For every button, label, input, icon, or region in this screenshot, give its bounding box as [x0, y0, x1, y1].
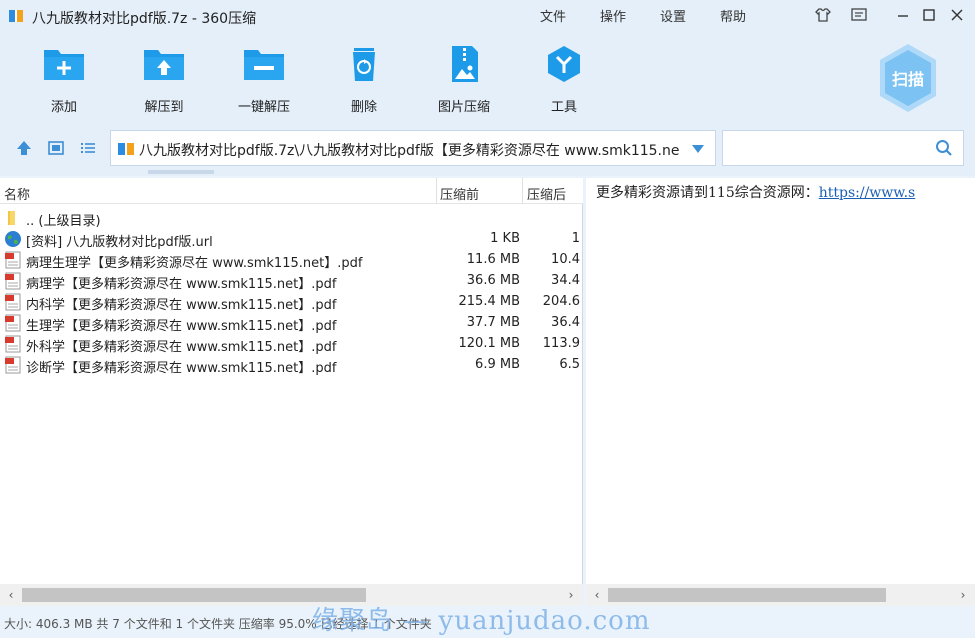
close-icon[interactable]	[948, 6, 966, 24]
search-input[interactable]	[729, 137, 929, 159]
preview-link[interactable]: https://www.s	[819, 185, 916, 201]
file-name: [资料] 八九版教材对比pdf版.url	[26, 235, 213, 250]
extract-to-label: 解压到	[144, 100, 184, 115]
menu-settings[interactable]: 设置	[660, 6, 686, 25]
list-item[interactable]: 病理学【更多精彩资源尽在 www.smk115.net】.pdf 36.6 MB…	[0, 270, 583, 292]
address-scroll-indicator	[148, 170, 214, 174]
preview-text: 更多精彩资源请到115综合资源网：https://www.s	[596, 185, 916, 201]
list-item-parent[interactable]: .. (上级目录)	[0, 207, 583, 229]
list-item[interactable]: 诊断学【更多精彩资源尽在 www.smk115.net】.pdf 6.9 MB …	[0, 354, 583, 376]
column-packed[interactable]: 压缩后	[527, 184, 566, 203]
globe-icon	[5, 231, 21, 247]
pdf-icon	[5, 293, 21, 311]
file-size: 215.4 MB	[458, 294, 520, 309]
add-label: 添加	[50, 100, 77, 115]
file-packed: 10.4	[551, 252, 580, 267]
toolbar: 添加 解压到 一键解压 删除 图片压缩 工具 扫描	[0, 32, 975, 120]
one-click-extract-icon	[244, 50, 284, 80]
search-box[interactable]	[722, 130, 964, 166]
address-row: 八九版教材对比pdf版.7z\八九版教材对比pdf版【更多精彩资源尽在 www.…	[0, 120, 975, 176]
add-folder-icon	[44, 50, 84, 80]
list-item[interactable]: 病理生理学【更多精彩资源尽在 www.smk115.net】.pdf 11.6 …	[0, 249, 583, 271]
skin-shirt-icon[interactable]	[814, 6, 832, 24]
one-click-extract-label: 一键解压	[237, 100, 290, 115]
image-compress-icon	[452, 46, 478, 82]
file-packed: 1	[571, 231, 580, 246]
preview-pane: 更多精彩资源请到115综合资源网：https://www.s ‹ ›	[586, 178, 975, 606]
list-item[interactable]: 外科学【更多精彩资源尽在 www.smk115.net】.pdf 120.1 M…	[0, 333, 583, 355]
file-packed: 113.9	[542, 336, 580, 351]
file-packed: 204.6	[542, 294, 580, 309]
pdf-icon	[5, 314, 21, 332]
list-view-icon[interactable]	[78, 138, 98, 158]
file-name: 生理学【更多精彩资源尽在 www.smk115.net】.pdf	[26, 319, 337, 334]
pdf-icon	[5, 335, 21, 353]
one-click-extract-button[interactable]: 一键解压	[224, 44, 304, 115]
chevron-down-icon[interactable]	[691, 144, 705, 154]
title-bar: 八九版教材对比pdf版.7z - 360压缩 文件 操作 设置 帮助	[0, 0, 975, 32]
file-size: 6.9 MB	[475, 357, 520, 372]
recycle-bin-icon	[353, 48, 375, 81]
extract-to-icon	[144, 50, 184, 80]
tools-label: 工具	[550, 100, 577, 115]
file-size: 37.7 MB	[466, 315, 520, 330]
menu-operate[interactable]: 操作	[600, 6, 626, 25]
scan-label: 扫描	[892, 70, 924, 89]
archive-app-icon	[9, 10, 23, 22]
column-size[interactable]: 压缩前	[440, 184, 479, 203]
add-button[interactable]: 添加	[24, 44, 104, 115]
delete-button[interactable]: 删除	[324, 44, 404, 115]
pdf-icon	[5, 356, 21, 374]
column-divider[interactable]	[436, 178, 437, 204]
scroll-right-icon[interactable]: ›	[956, 588, 970, 602]
delete-label: 删除	[350, 100, 377, 115]
folder-icon	[8, 211, 15, 225]
menu-help[interactable]: 帮助	[720, 6, 746, 25]
file-name: 外科学【更多精彩资源尽在 www.smk115.net】.pdf	[26, 340, 337, 355]
file-size: 1 KB	[490, 231, 520, 246]
list-item[interactable]: [资料] 八九版教材对比pdf版.url 1 KB 1	[0, 228, 583, 250]
file-size: 36.6 MB	[466, 273, 520, 288]
file-name: 诊断学【更多精彩资源尽在 www.smk115.net】.pdf	[26, 361, 337, 376]
file-packed: 36.4	[551, 315, 580, 330]
thumbnail-view-icon[interactable]	[46, 138, 66, 158]
column-divider[interactable]	[522, 178, 523, 204]
address-bar[interactable]: 八九版教材对比pdf版.7z\八九版教材对比pdf版【更多精彩资源尽在 www.…	[110, 130, 716, 166]
watermark: 缘聚岛 — yuanjudao.com	[312, 606, 651, 636]
window-title: 八九版教材对比pdf版.7z - 360压缩	[32, 11, 257, 27]
file-packed: 6.5	[559, 357, 580, 372]
file-packed: 34.4	[551, 273, 580, 288]
scroll-left-icon[interactable]: ‹	[4, 588, 18, 602]
scan-badge-button[interactable]: 扫描	[876, 42, 940, 116]
menu-file[interactable]: 文件	[540, 6, 566, 25]
image-compress-button[interactable]: 图片压缩	[424, 44, 504, 115]
extract-to-button[interactable]: 解压到	[124, 44, 204, 115]
file-list-pane: 名称 压缩前 压缩后 .. (上级目录) [资料] 八九版教材对比pdf版.ur…	[0, 178, 583, 606]
pdf-icon	[5, 272, 21, 290]
feedback-icon[interactable]	[850, 6, 868, 24]
file-name: 内科学【更多精彩资源尽在 www.smk115.net】.pdf	[26, 298, 337, 313]
list-item[interactable]: 内科学【更多精彩资源尽在 www.smk115.net】.pdf 215.4 M…	[0, 291, 583, 313]
list-item[interactable]: 生理学【更多精彩资源尽在 www.smk115.net】.pdf 37.7 MB…	[0, 312, 583, 334]
column-header: 名称 压缩前 压缩后	[0, 178, 583, 204]
image-compress-label: 图片压缩	[437, 100, 490, 115]
address-path: 八九版教材对比pdf版.7z\八九版教材对比pdf版【更多精彩资源尽在 www.…	[139, 143, 679, 159]
minimize-icon[interactable]	[894, 6, 912, 24]
search-icon[interactable]	[935, 139, 953, 157]
pdf-icon	[5, 251, 21, 269]
file-name: 病理学【更多精彩资源尽在 www.smk115.net】.pdf	[26, 277, 337, 292]
file-size: 120.1 MB	[458, 336, 520, 351]
column-name[interactable]: 名称	[4, 184, 30, 203]
file-name: .. (上级目录)	[26, 214, 101, 229]
maximize-icon[interactable]	[920, 6, 938, 24]
file-size: 11.6 MB	[466, 252, 520, 267]
tools-icon	[548, 46, 580, 82]
file-name: 病理生理学【更多精彩资源尽在 www.smk115.net】.pdf	[26, 256, 363, 271]
tools-button[interactable]: 工具	[524, 44, 604, 115]
archive-path-icon	[118, 143, 134, 155]
up-level-icon[interactable]	[14, 138, 34, 158]
